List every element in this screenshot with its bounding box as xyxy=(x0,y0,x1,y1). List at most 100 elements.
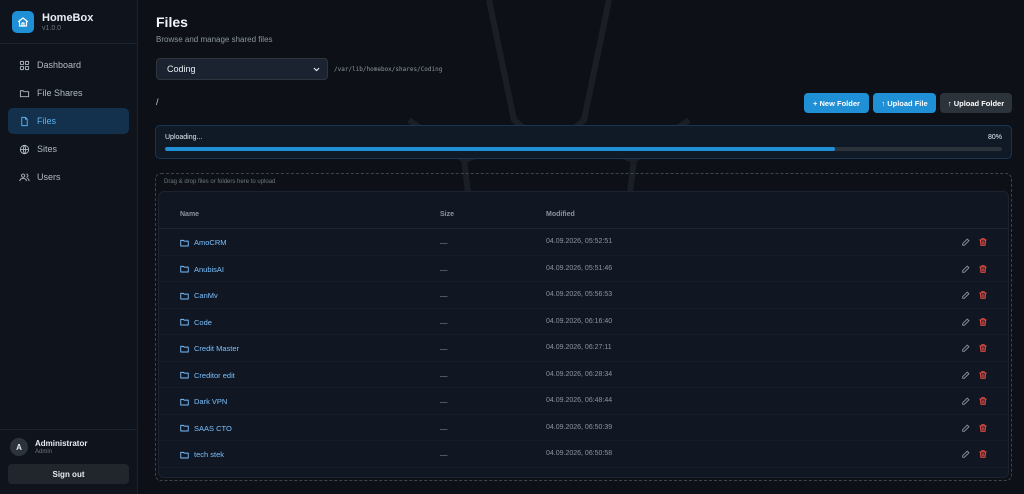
file-modified: 04.09.2026, 06:27:11 xyxy=(546,344,612,351)
table-row[interactable]: Dark VPN — 04.09.2026, 06:48:44 xyxy=(159,388,1008,415)
trash-icon[interactable] xyxy=(978,423,988,433)
file-name-cell[interactable]: CanMv xyxy=(180,291,218,300)
sidebar-item-label: Sites xyxy=(37,144,58,154)
sidebar-nav: Dashboard File Shares Files Sites Users xyxy=(0,44,137,429)
table-row[interactable]: SAAS CTO — 04.09.2026, 06:50:39 xyxy=(159,415,1008,441)
file-name-cell[interactable]: AmoCRM xyxy=(180,238,227,247)
file-icon xyxy=(18,115,30,127)
drop-zone[interactable]: Drag & drop files or folders here to upl… xyxy=(155,173,1012,481)
file-name-cell[interactable]: Dark VPN xyxy=(180,397,227,406)
folder-icon xyxy=(180,265,189,273)
trash-icon[interactable] xyxy=(978,343,988,353)
column-header-name[interactable]: Name xyxy=(180,211,199,218)
home-icon xyxy=(12,10,34,33)
sidebar-item-label: Files xyxy=(37,116,57,126)
edit-icon[interactable] xyxy=(961,343,971,353)
table-row[interactable]: Creditor edit — 04.09.2026, 06:28:34 xyxy=(159,362,1008,388)
file-size: — xyxy=(440,450,448,459)
file-size: — xyxy=(440,264,448,274)
share-select-value: Coding xyxy=(167,64,196,74)
sidebar-item-label: File Shares xyxy=(37,88,83,98)
user-role: Admin xyxy=(35,449,53,455)
folder-icon xyxy=(180,318,189,326)
file-name-cell[interactable]: SAAS CTO xyxy=(180,424,232,433)
edit-icon[interactable] xyxy=(961,423,971,433)
edit-icon[interactable] xyxy=(961,264,971,274)
users-icon xyxy=(18,171,30,183)
trash-icon[interactable] xyxy=(978,237,988,247)
app-name: HomeBox xyxy=(42,11,94,24)
trash-icon[interactable] xyxy=(978,396,988,406)
table-row[interactable]: Credit Master — 04.09.2026, 06:27:11 xyxy=(159,335,1008,362)
table-row[interactable]: AnubisAI — 04.09.2026, 05:51:46 xyxy=(159,256,1008,282)
file-modified: 04.09.2026, 06:28:34 xyxy=(546,370,613,378)
sidebar-item-file-shares[interactable]: File Shares xyxy=(8,80,129,106)
upload-folder-button[interactable]: ↑ Upload Folder xyxy=(940,93,1012,113)
table-row[interactable]: tech stek — 04.09.2026, 06:50:58 xyxy=(159,441,1008,468)
file-name-cell[interactable]: Creditor edit xyxy=(180,371,235,380)
file-name-cell[interactable]: AnubisAI xyxy=(180,265,224,274)
edit-icon[interactable] xyxy=(961,237,971,247)
edit-icon[interactable] xyxy=(961,396,971,406)
user-profile: A Administrator Admin xyxy=(8,438,129,456)
file-name: tech stek xyxy=(194,450,225,459)
column-header-size[interactable]: Size xyxy=(440,211,454,218)
file-name: SAAS CTO xyxy=(194,423,232,433)
column-header-modified[interactable]: Modified xyxy=(546,211,575,218)
edit-icon[interactable] xyxy=(961,370,971,380)
drop-hint: Drag & drop files or folders here to upl… xyxy=(164,179,276,185)
table-row[interactable]: Code — 04.09.2026, 06:16:40 xyxy=(159,309,1008,335)
main-content: Files Browse and manage shared files Cod… xyxy=(139,0,1024,494)
edit-icon[interactable] xyxy=(961,449,971,459)
file-size: — xyxy=(440,397,448,406)
folder-icon xyxy=(180,424,189,432)
file-table: Name Size Modified AmoCRM — 04.09.2026, 05… xyxy=(158,191,1009,478)
trash-icon[interactable] xyxy=(978,370,988,380)
sign-out-button[interactable]: Sign out xyxy=(8,464,129,484)
sidebar-item-dashboard[interactable]: Dashboard xyxy=(8,52,129,78)
brand: HomeBox v1.0.0 xyxy=(0,0,137,44)
sidebar-item-files[interactable]: Files xyxy=(8,108,129,134)
file-name: Credit Master xyxy=(194,344,240,353)
upload-percent-label: 80% xyxy=(987,134,1002,141)
edit-icon[interactable] xyxy=(961,317,971,327)
table-row[interactable]: CanMv — 04.09.2026, 05:56:53 xyxy=(159,282,1008,309)
chevron-down-icon xyxy=(312,65,321,76)
sidebar-item-users[interactable]: Users xyxy=(8,164,129,190)
new-folder-button[interactable]: + New Folder xyxy=(804,93,869,113)
file-name: Dark VPN xyxy=(194,397,228,406)
trash-icon[interactable] xyxy=(978,290,988,300)
trash-icon[interactable] xyxy=(978,317,988,327)
file-size: — xyxy=(440,423,448,433)
user-block: A Administrator Admin Sign out xyxy=(0,429,137,494)
folder-icon xyxy=(180,371,189,379)
upload-file-button[interactable]: ↑ Upload File xyxy=(873,93,936,113)
file-name-cell[interactable]: Credit Master xyxy=(180,344,239,353)
page-subtitle: Browse and manage shared files xyxy=(156,35,273,44)
sidebar: HomeBox v1.0.0 Dashboard File Shares Fil… xyxy=(0,0,138,494)
upload-progress-bar xyxy=(165,147,1002,151)
file-modified: 04.09.2026, 05:56:53 xyxy=(546,291,613,298)
sidebar-item-label: Users xyxy=(37,172,61,182)
folder-icon xyxy=(180,398,189,405)
trash-icon[interactable] xyxy=(978,264,988,274)
file-modified: 04.09.2026, 06:16:40 xyxy=(546,317,613,325)
upload-status-label: Uploading... xyxy=(165,134,203,141)
breadcrumb[interactable]: / xyxy=(156,97,159,107)
edit-icon[interactable] xyxy=(961,290,971,300)
share-select[interactable]: Coding xyxy=(156,58,328,80)
file-name-cell[interactable]: tech stek xyxy=(180,450,224,459)
file-modified: 04.09.2026, 06:50:58 xyxy=(546,450,613,457)
sidebar-item-sites[interactable]: Sites xyxy=(8,136,129,162)
folder-icon xyxy=(180,292,189,299)
table-row[interactable]: AmoCRM — 04.09.2026, 05:52:51 xyxy=(159,229,1008,256)
globe-icon xyxy=(18,143,30,155)
file-modified: 04.09.2026, 06:48:44 xyxy=(546,397,613,404)
file-name-cell[interactable]: Code xyxy=(180,318,212,327)
file-modified: 04.09.2026, 05:51:46 xyxy=(546,264,613,272)
file-modified: 04.09.2026, 05:52:51 xyxy=(546,238,613,245)
sidebar-item-label: Dashboard xyxy=(37,60,82,70)
file-size: — xyxy=(440,344,448,353)
folder-icon xyxy=(180,345,189,352)
trash-icon[interactable] xyxy=(978,449,988,459)
